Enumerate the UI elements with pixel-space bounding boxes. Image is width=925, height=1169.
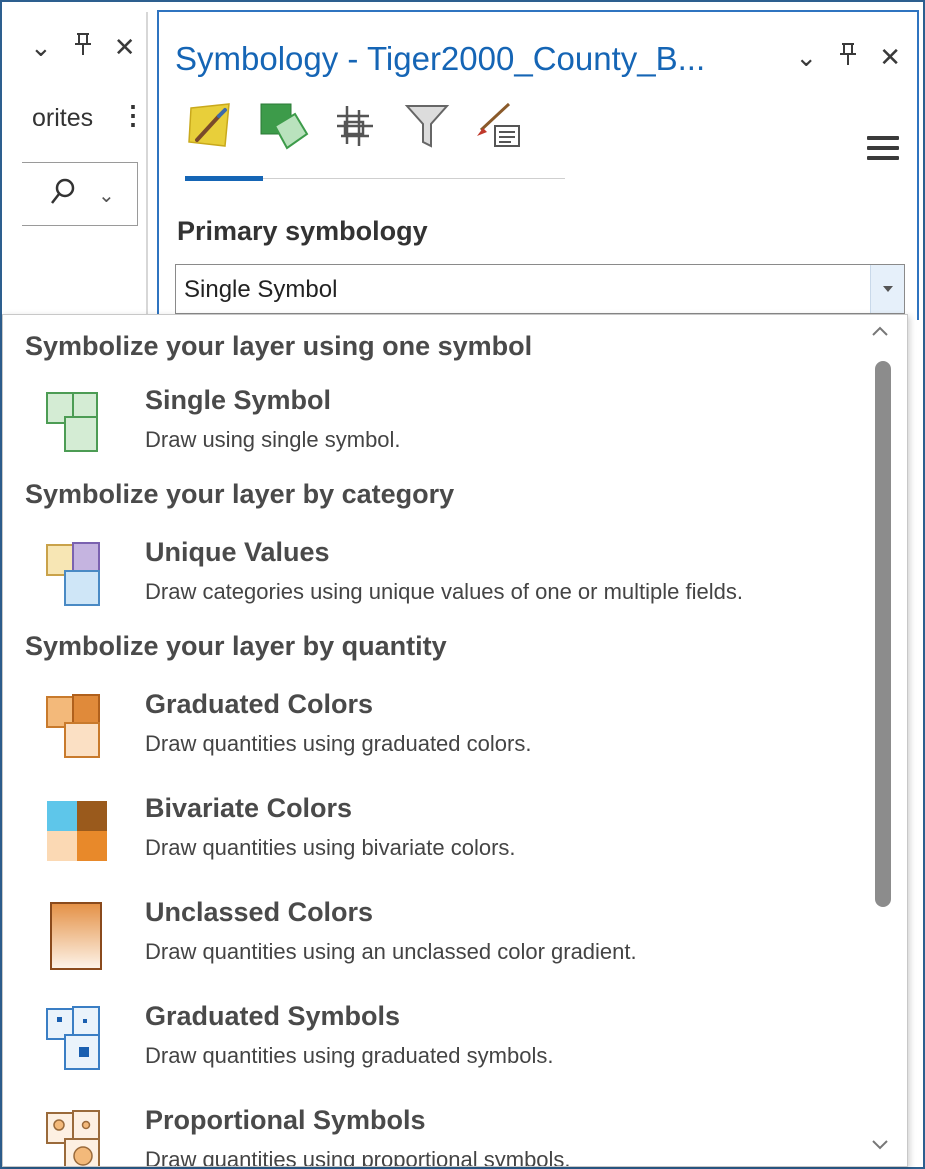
item-description: Draw quantities using graduated colors. xyxy=(145,731,532,756)
tab-vary-symbology[interactable] xyxy=(257,98,309,154)
pin-icon[interactable] xyxy=(839,42,857,73)
scroll-down-icon[interactable] xyxy=(871,1135,889,1156)
list-item-proportional-symbols[interactable]: Proportional Symbols Draw quantities usi… xyxy=(25,1105,855,1167)
caret-down-icon xyxy=(882,286,893,292)
list-item-graduated-symbols[interactable]: Graduated Symbols Draw quantities using … xyxy=(25,1001,855,1093)
unique-values-icon xyxy=(43,541,113,611)
symbol-layer-drawing-icon xyxy=(337,106,373,146)
primary-symbology-icon xyxy=(188,103,230,147)
left-pane-header-icons: ⌄ ✕ xyxy=(30,32,136,63)
item-title: Proportional Symbols xyxy=(145,1105,426,1135)
item-title: Bivariate Colors xyxy=(145,793,353,823)
item-title: Single Symbol xyxy=(145,385,332,415)
bivariate-colors-icon xyxy=(43,797,113,867)
catalog-pane-partial: ⌄ ✕ orites ⋮ ⌄ xyxy=(2,2,152,322)
item-description: Draw using single symbol. xyxy=(145,427,401,452)
group-header: Symbolize your layer by category xyxy=(25,479,455,509)
item-title: Unclassed Colors xyxy=(145,897,374,927)
primary-symbology-label: Primary symbology xyxy=(177,216,428,246)
item-description: Draw quantities using bivariate colors. xyxy=(145,835,516,860)
graduated-colors-icon xyxy=(43,693,113,763)
tab-label-properties[interactable] xyxy=(473,98,525,154)
list-item-single-symbol[interactable]: Single Symbol Draw using single symbol. xyxy=(25,385,855,477)
scrollbar-thumb[interactable] xyxy=(875,361,891,907)
tab-primary-symbology[interactable] xyxy=(185,98,237,154)
chevron-down-icon[interactable]: ⌄ xyxy=(30,32,52,63)
unclassed-colors-icon xyxy=(43,901,113,971)
scroll-up-icon[interactable] xyxy=(871,321,889,342)
feature-level-masking-icon xyxy=(404,105,450,148)
graduated-symbols-icon xyxy=(43,1005,113,1075)
vary-symbology-icon xyxy=(260,103,309,150)
proportional-symbols-icon xyxy=(43,1109,113,1166)
chevron-down-icon[interactable]: ⌄ xyxy=(98,183,115,208)
pane-title: Symbology - Tiger2000_County_B... xyxy=(175,40,706,77)
favorites-tab-partial[interactable]: orites xyxy=(32,104,93,133)
primary-symbology-dropdown[interactable]: Single Symbol xyxy=(175,264,905,314)
dropdown-arrow-button[interactable] xyxy=(870,265,904,313)
item-description: Draw quantities using an unclassed color… xyxy=(145,939,637,964)
list-item-unclassed-colors[interactable]: Unclassed Colors Draw quantities using a… xyxy=(25,897,855,989)
item-title: Unique Values xyxy=(145,537,330,567)
tab-symbol-layer-drawing[interactable] xyxy=(329,98,381,154)
pin-icon[interactable] xyxy=(74,32,92,63)
list-item-unique-values[interactable]: Unique Values Draw categories using uniq… xyxy=(25,537,855,629)
list-item-bivariate-colors[interactable]: Bivariate Colors Draw quantities using b… xyxy=(25,793,855,885)
item-description: Draw quantities using graduated symbols. xyxy=(145,1043,554,1068)
label-properties-icon xyxy=(477,102,520,147)
symbology-pane: Symbology - Tiger2000_County_B... ⌄ ✕ Pr… xyxy=(157,10,919,320)
more-options-icon[interactable]: ⋮ xyxy=(120,102,146,128)
close-icon[interactable]: ✕ xyxy=(879,42,901,73)
list-item-graduated-colors[interactable]: Graduated Colors Draw quantities using g… xyxy=(25,689,855,781)
close-icon[interactable]: ✕ xyxy=(114,32,136,63)
hamburger-menu-icon[interactable] xyxy=(867,136,899,166)
single-symbol-icon xyxy=(43,389,113,459)
item-description: Draw quantities using proportional symbo… xyxy=(145,1147,571,1167)
pane-header-icons: ⌄ ✕ xyxy=(795,42,901,73)
item-description: Draw categories using unique values of o… xyxy=(145,579,743,604)
active-tab-indicator xyxy=(185,176,263,181)
item-title: Graduated Colors xyxy=(145,689,374,719)
dropdown-selected-value: Single Symbol xyxy=(184,276,338,303)
group-header: Symbolize your layer by quantity xyxy=(25,631,447,661)
item-title: Graduated Symbols xyxy=(145,1001,401,1031)
symbology-tabs xyxy=(185,98,525,154)
chevron-down-icon[interactable]: ⌄ xyxy=(795,42,817,73)
search-input[interactable]: ⌄ xyxy=(22,162,138,226)
pane-divider xyxy=(146,12,148,317)
symbology-options-list: Symbolize your layer using one symbol Si… xyxy=(2,314,908,1167)
vertical-scrollbar[interactable] xyxy=(863,315,899,1166)
group-header: Symbolize your layer using one symbol xyxy=(25,331,533,361)
search-icon xyxy=(50,177,76,212)
tab-feature-masking[interactable] xyxy=(401,98,453,154)
